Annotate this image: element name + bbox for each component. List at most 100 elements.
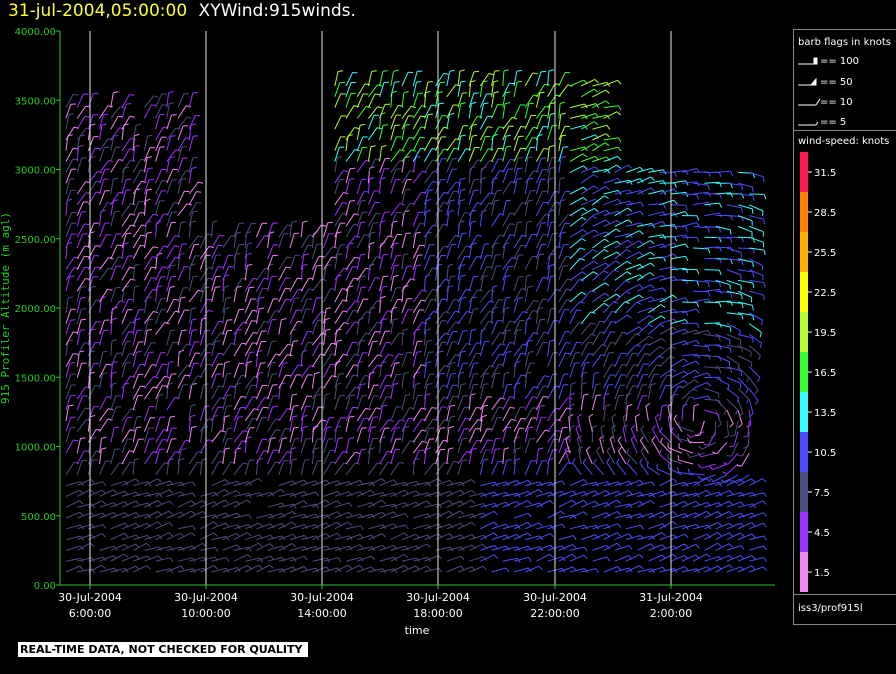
wind-barb — [334, 437, 344, 454]
wind-barb — [188, 135, 199, 151]
wind-barb — [345, 134, 353, 151]
wind-barb — [637, 481, 656, 487]
wind-barb — [132, 201, 144, 216]
wind-barb — [640, 446, 649, 465]
wind-barb — [65, 439, 79, 454]
wind-barb — [76, 93, 89, 108]
wind-barb — [155, 104, 168, 119]
wind-barb — [715, 398, 727, 415]
wind-barb — [535, 429, 550, 443]
wind-barb — [334, 502, 353, 508]
wind-barb — [524, 255, 538, 270]
wind-barb — [401, 565, 420, 573]
wind-barb — [468, 352, 481, 368]
wind-barb — [166, 361, 174, 378]
wind-barb — [132, 245, 146, 260]
wind-barb — [558, 352, 571, 368]
wind-barb — [121, 224, 136, 238]
wind-barb — [491, 91, 500, 108]
wind-barb — [491, 460, 504, 476]
x-tick-date: 30-Jul-2004 — [406, 591, 470, 604]
wind-barb — [614, 314, 632, 325]
wind-barb — [726, 512, 745, 519]
wind-barb — [300, 365, 316, 378]
wind-barb — [379, 419, 394, 432]
wind-barb — [578, 446, 584, 465]
wind-barb — [479, 243, 490, 259]
wind-barb — [132, 329, 142, 346]
wind-barb — [749, 545, 767, 551]
wind-barb — [133, 492, 152, 498]
speed-label: 28.5 — [814, 208, 836, 219]
wind-barb — [143, 179, 155, 195]
wind-barb — [469, 556, 487, 562]
wind-barb — [155, 363, 168, 378]
wind-barb — [413, 534, 431, 541]
wind-barb — [626, 458, 638, 476]
wind-barb — [143, 417, 156, 432]
wind-barb — [535, 318, 546, 335]
wind-barb — [693, 225, 710, 233]
wind-barb — [188, 341, 200, 357]
y-tick-label: 1500.00 — [15, 373, 56, 384]
wind-barb — [401, 105, 416, 119]
wind-barb — [65, 103, 76, 119]
wind-barb — [502, 82, 515, 98]
wind-barb — [603, 374, 616, 389]
wind-barb — [401, 115, 414, 130]
wind-barb — [334, 360, 341, 378]
wind-barb — [323, 328, 331, 346]
wind-barb — [255, 321, 270, 335]
wind-barb — [693, 344, 710, 352]
wind-barb — [65, 296, 74, 313]
wind-barb — [412, 223, 425, 238]
wind-barb — [166, 114, 177, 130]
wind-barb — [255, 287, 268, 303]
wind-barb — [379, 211, 390, 227]
wind-barb — [99, 105, 113, 119]
wind-barb — [133, 522, 151, 530]
wind-barb — [65, 353, 79, 368]
wind-barb — [737, 442, 750, 457]
wind-barb — [334, 274, 342, 292]
wind-barb — [569, 271, 587, 281]
wind-barb — [524, 233, 537, 249]
wind-barb — [468, 159, 483, 173]
wind-barb — [379, 81, 390, 97]
wind-barb — [648, 203, 666, 209]
wind-barb — [659, 182, 677, 188]
wind-barb — [244, 459, 255, 475]
wind-barb — [323, 375, 337, 389]
wind-barb — [300, 342, 313, 357]
wind-barb — [678, 442, 694, 454]
wind-barb — [334, 353, 349, 368]
wind-barb — [704, 202, 723, 208]
wind-barb — [76, 266, 90, 281]
wind-barb — [569, 546, 588, 552]
wind-barb — [367, 462, 383, 476]
wind-barb — [334, 244, 346, 259]
wind-barb — [681, 388, 698, 400]
wind-barb — [188, 91, 198, 108]
wind-barb — [625, 240, 644, 249]
wind-barb — [222, 385, 236, 400]
wind-barb — [558, 214, 574, 227]
wind-barb — [693, 247, 711, 254]
wind-barb — [457, 428, 470, 443]
wind-barb — [334, 328, 342, 346]
quality-warning: REAL-TIME DATA, NOT CHECKED FOR QUALITY — [18, 642, 309, 657]
wind-barb — [647, 364, 662, 378]
wind-barb — [166, 168, 178, 184]
wind-barb — [99, 319, 110, 335]
wind-barb — [622, 413, 628, 432]
wind-barb — [233, 564, 252, 573]
wind-barb — [300, 459, 310, 475]
wind-barb — [177, 170, 191, 184]
wind-barb — [301, 491, 320, 497]
wind-barb — [625, 274, 644, 281]
wind-barb — [256, 523, 275, 530]
wind-barb — [413, 481, 432, 487]
wind-barb — [748, 204, 764, 216]
wind-barb — [693, 182, 710, 191]
wind-barb — [603, 404, 611, 421]
